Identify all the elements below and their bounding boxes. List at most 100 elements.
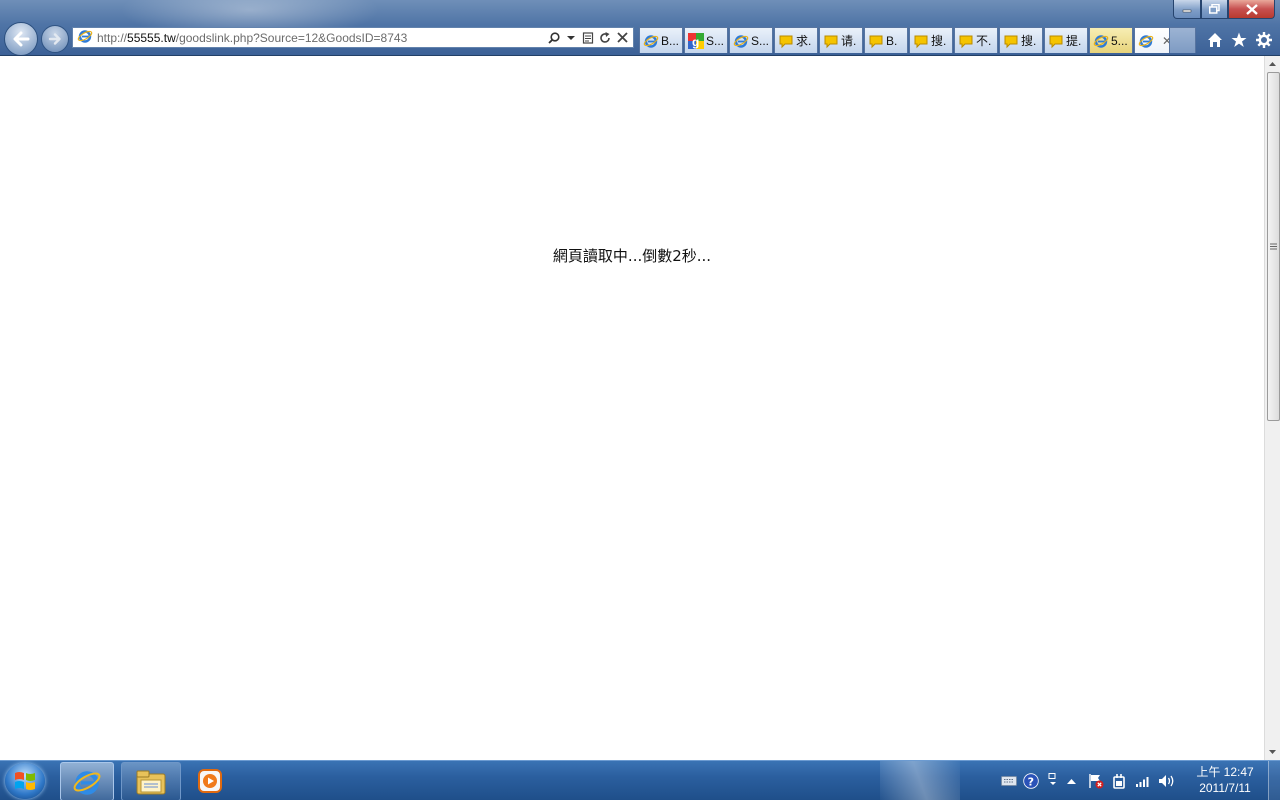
close-icon (1245, 3, 1258, 15)
tab-11[interactable]: 5... (1089, 27, 1133, 53)
scroll-down-button[interactable] (1265, 744, 1280, 760)
forward-arrow-icon (48, 33, 61, 45)
new-tab-button[interactable] (1169, 27, 1196, 53)
tab-label: S... (750, 33, 769, 48)
tab-6[interactable]: B. (864, 27, 908, 53)
clock-date: 2011/7/11 (1199, 781, 1251, 795)
page-content: 網頁讀取中...倒數2秒... (0, 56, 1264, 760)
refresh-icon[interactable] (598, 29, 612, 46)
google-icon: g (688, 32, 704, 49)
volume-icon (1159, 775, 1174, 787)
tools-button[interactable] (1254, 30, 1274, 50)
scroll-down-icon (1269, 750, 1276, 754)
yahoo-answers-icon (869, 35, 883, 48)
tab-1[interactable]: B... (639, 27, 683, 53)
tab-label: 5... (1111, 33, 1128, 48)
start-button[interactable] (5, 763, 45, 799)
favorites-button[interactable] (1229, 30, 1249, 50)
tab-label: 请. (841, 34, 857, 48)
ie-icon (733, 34, 749, 48)
yahoo-answers-icon (779, 35, 793, 48)
tab-9[interactable]: 搜. (999, 27, 1043, 53)
address-tools (547, 29, 629, 46)
tab-7[interactable]: 搜. (909, 27, 953, 53)
tab-4[interactable]: 求. (774, 27, 818, 53)
media-player-icon (198, 768, 222, 793)
tray-volume[interactable] (1158, 771, 1176, 791)
tab-label: B... (660, 33, 679, 48)
search-icon[interactable] (547, 29, 561, 46)
vertical-scrollbar[interactable] (1264, 56, 1280, 760)
scroll-thumb[interactable] (1267, 72, 1280, 421)
taskbar-windows-explorer[interactable] (121, 762, 181, 800)
tab-label: S... (705, 33, 724, 48)
window-controls (1173, 0, 1275, 19)
tray-power[interactable] (1110, 771, 1128, 791)
windows-explorer-icon (136, 770, 166, 794)
ie-icon (643, 34, 659, 48)
power-icon (1113, 774, 1125, 789)
tray-help[interactable]: ? (1022, 771, 1040, 791)
loading-message: 網頁讀取中...倒數2秒... (552, 247, 712, 265)
tab-strip: B... g S... S... 求. 请. B. 搜. 不. 搜. 提. 5.… (639, 27, 1177, 53)
tab-label: B. (886, 33, 898, 48)
close-button[interactable] (1228, 0, 1275, 19)
stop-icon[interactable] (615, 29, 629, 46)
back-arrow-icon (13, 31, 30, 47)
clock-time: 上午 12:47 (1196, 765, 1254, 779)
taskbar: ? 上午 12:47 2011/7/11 (0, 760, 1280, 800)
action-center-flag-icon (1089, 774, 1104, 789)
taskbar-sheen (880, 761, 960, 800)
scroll-up-button[interactable] (1265, 56, 1280, 72)
back-button[interactable] (4, 22, 38, 55)
show-hidden-icons (1066, 779, 1076, 784)
taskbar-internet-explorer[interactable] (60, 762, 114, 800)
tray-display[interactable] (1045, 771, 1061, 791)
tray-network[interactable] (1134, 771, 1152, 791)
tab-label: 提. (1066, 34, 1082, 48)
home-icon (1208, 33, 1222, 47)
svg-text:?: ? (1028, 776, 1034, 789)
tab-3[interactable]: S... (729, 27, 773, 53)
forward-button[interactable] (41, 25, 69, 53)
keyboard-icon (1001, 776, 1017, 786)
tab-label: 搜. (931, 34, 947, 48)
ie-icon (1093, 34, 1109, 48)
tab-label: 求. (796, 34, 812, 48)
show-desktop-button[interactable] (1268, 761, 1280, 800)
tools-gear-icon (1256, 32, 1272, 48)
favorites-star-icon (1231, 32, 1247, 47)
url-path: /goodslink.php?Source=12&GoodsID=8743 (175, 30, 408, 45)
tab-8[interactable]: 不. (954, 27, 998, 53)
address-bar[interactable]: http://55555.tw/goodslink.php?Source=12&… (72, 27, 634, 48)
yahoo-answers-icon (914, 35, 928, 48)
url-text[interactable]: http://55555.tw/goodslink.php?Source=12&… (97, 31, 537, 45)
tab-label: 搜. (1021, 34, 1037, 48)
browser-toolbar: http://55555.tw/goodslink.php?Source=12&… (0, 0, 1280, 56)
tray-show-hidden[interactable] (1064, 771, 1078, 791)
restore-button[interactable] (1201, 0, 1228, 19)
yahoo-answers-icon (1049, 35, 1063, 48)
restore-icon (1209, 4, 1220, 14)
compatibility-view-icon[interactable] (581, 29, 595, 46)
home-button[interactable] (1205, 30, 1225, 50)
tab-10[interactable]: 提. (1044, 27, 1088, 53)
system-clock[interactable]: 上午 12:47 2011/7/11 (1190, 764, 1260, 796)
tray-keyboard[interactable] (1000, 771, 1018, 791)
dropdown-arrow-icon[interactable] (564, 29, 578, 46)
taskbar-media-player[interactable] (190, 762, 230, 799)
internet-explorer-icon (73, 770, 101, 795)
tray-action-center[interactable] (1087, 771, 1105, 791)
scroll-up-icon (1269, 62, 1276, 66)
tab-5[interactable]: 请. (819, 27, 863, 53)
url-scheme: http:// (97, 30, 128, 45)
tab-label: 不. (976, 34, 992, 48)
grip-icon (1270, 243, 1277, 250)
windows-logo-icon (15, 772, 35, 790)
yahoo-answers-icon (824, 35, 838, 48)
tab-2[interactable]: g S... (684, 27, 728, 53)
ie-page-icon (77, 28, 93, 48)
svg-text:g: g (692, 35, 699, 49)
yahoo-answers-icon (959, 35, 973, 48)
minimize-button[interactable] (1173, 0, 1201, 19)
